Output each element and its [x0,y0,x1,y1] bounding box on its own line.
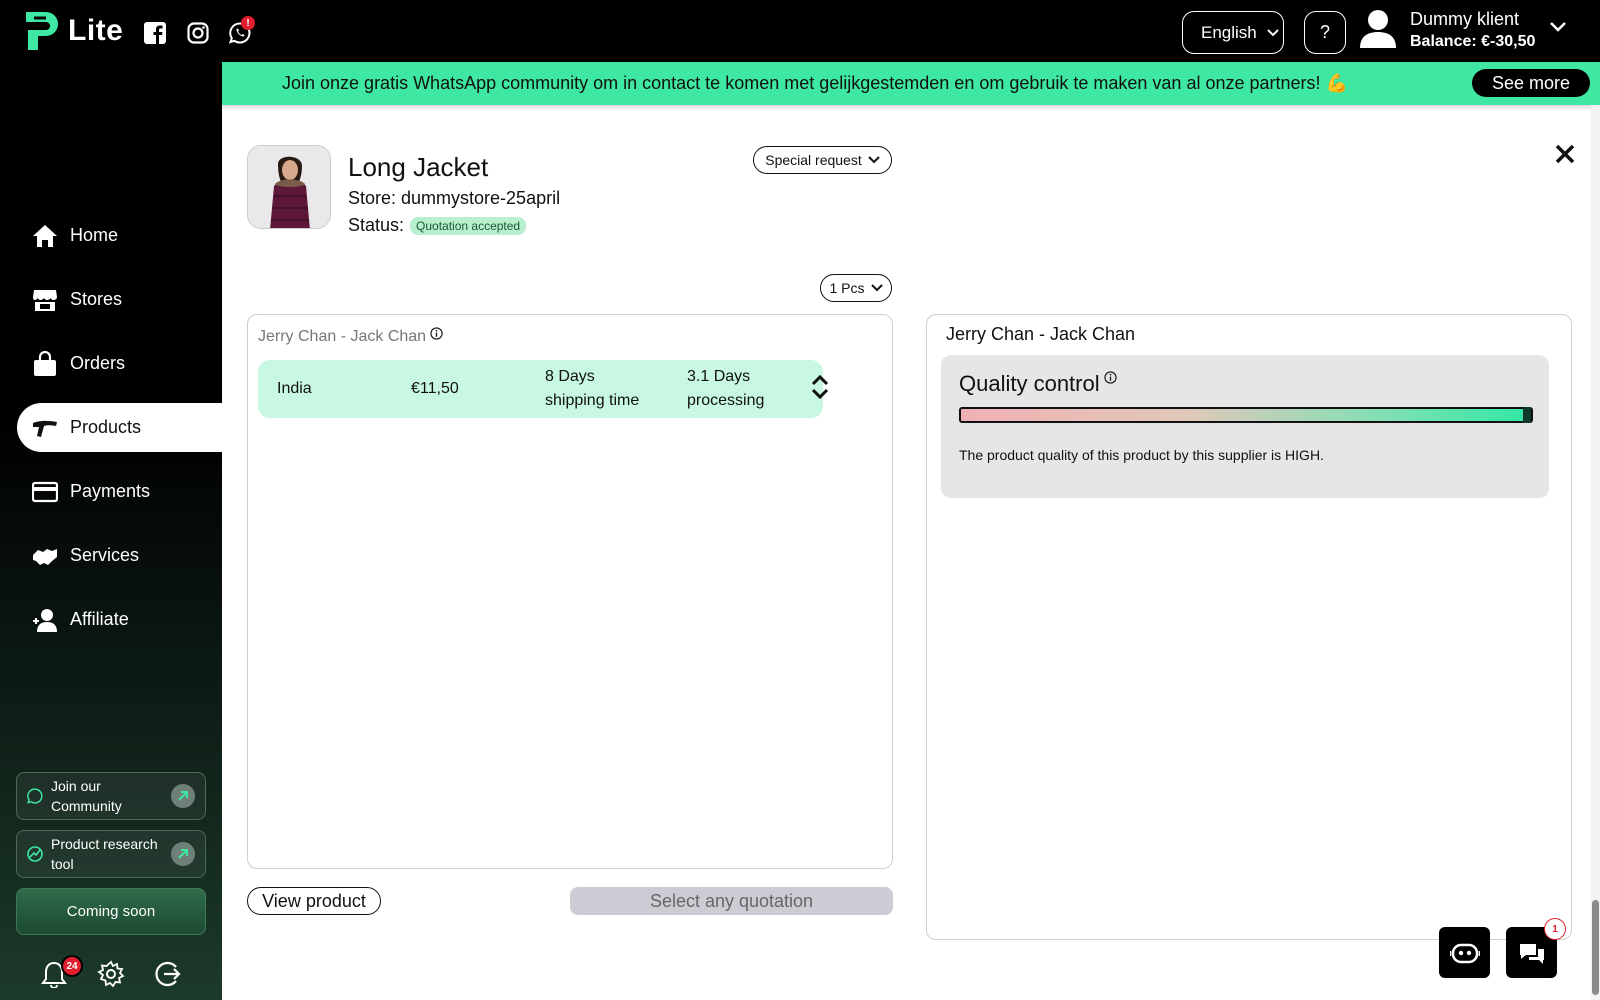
quantity-label: 1 Pcs [829,280,865,296]
product-research-label: Product research tool [51,836,158,872]
supplier-detail-panel: Jerry Chan - Jack Chan Quality control T… [926,314,1572,940]
sidebar-item-label: Home [70,225,119,245]
quotation-processing-label: processing [687,392,765,409]
gear-icon[interactable] [97,960,125,988]
whatsapp-icon [27,788,43,804]
chevron-down-icon [870,284,883,292]
sidebar-item-affiliate[interactable]: Affiliate [17,595,222,644]
logo[interactable]: Lite [22,8,123,54]
quotation-shipping-label: shipping time [545,392,640,409]
sidebar-item-services[interactable]: Services [17,531,222,580]
arrow-up-right-icon [171,784,195,808]
products-icon [33,420,57,437]
quality-control-heading: Quality control [959,371,1117,397]
logout-icon[interactable] [154,960,182,988]
bot-button[interactable] [1439,927,1490,978]
quantity-dropdown[interactable]: 1 Pcs [820,274,892,302]
notification-badge: 24 [61,955,83,977]
info-icon[interactable] [430,326,443,340]
user-avatar-icon[interactable] [1358,8,1398,50]
quality-control-box: Quality control The product quality of t… [941,355,1549,498]
product-thumbnail [247,145,331,229]
supplier-heading: Jerry Chan - Jack Chan [258,326,443,346]
status-label: Status: [348,215,405,235]
scrollbar-track[interactable] [1591,105,1600,1000]
store-icon [33,289,57,311]
language-label: English [1201,22,1257,42]
card-icon [32,481,58,502]
sidebar: Home Stores Orders Products Payments Ser… [0,62,222,1000]
sidebar-item-label: Stores [70,289,123,309]
robot-icon [1449,943,1480,963]
quality-control-title: Quality control [959,371,1100,396]
add-user-icon [33,608,57,632]
sidebar-item-label: Products [70,417,142,437]
logo-icon [26,12,58,50]
quotation-processing-days: 3.1 Days [687,368,751,385]
special-request-label: Special request [765,152,862,168]
chevron-down-icon[interactable] [1550,22,1566,32]
home-icon [33,224,57,247]
handshake-icon [33,548,57,565]
whatsapp-badge: ! [241,16,255,30]
view-product-button[interactable]: View product [247,887,381,915]
banner-text: Join onze gratis WhatsApp community om i… [282,73,1348,93]
chevron-down-icon [1267,28,1279,36]
supplier-name: Jerry Chan - Jack Chan [258,328,427,345]
quality-description: The product quality of this product by t… [959,447,1324,463]
coming-soon-button[interactable]: Coming soon [16,888,206,935]
user-name[interactable]: Dummy klient [1410,9,1519,30]
quotation-country: India [277,380,312,397]
quotation-panel: Jerry Chan - Jack Chan India €11,50 8 Da… [247,314,893,869]
join-community-label: Join our Community [51,778,122,814]
special-request-dropdown[interactable]: Special request [753,146,892,174]
arrow-up-right-icon [171,842,195,866]
quotation-shipping-days: 8 Days [545,368,595,385]
sidebar-item-label: Affiliate [70,609,129,629]
community-banner: Join onze gratis WhatsApp community om i… [222,62,1600,105]
status-badge: Quotation accepted [410,216,527,235]
sidebar-item-label: Services [70,545,140,565]
user-balance: Balance: €-30,50 [1410,33,1536,50]
sidebar-item-label: Orders [70,353,126,373]
logo-text: Lite [68,14,124,47]
product-image [248,146,330,228]
product-research-card[interactable]: Product research tool [16,830,206,878]
bag-icon [34,350,56,376]
chart-icon [27,846,43,862]
facebook-icon[interactable] [144,22,166,44]
chevron-down-icon [868,156,880,164]
close-icon[interactable] [1553,142,1577,166]
quotation-price: €11,50 [411,380,459,397]
join-community-card[interactable]: Join our Community [16,772,206,820]
info-icon[interactable] [1103,371,1117,384]
sidebar-item-stores[interactable]: Stores [17,275,222,324]
sidebar-item-payments[interactable]: Payments [17,467,222,516]
help-button[interactable]: ? [1304,11,1346,54]
top-bar: Lite ! English ? Dummy klient Balance: €… [0,0,1600,62]
select-quotation-button[interactable]: Select any quotation [570,887,893,915]
see-more-button[interactable]: See more [1472,69,1590,97]
product-status: Status: Quotation accepted [348,215,527,236]
sidebar-item-orders[interactable]: Orders [17,339,222,388]
quality-meter-marker [1523,407,1531,423]
scrollbar-thumb[interactable] [1592,900,1599,995]
chat-badge: 1 [1544,918,1566,940]
instagram-icon[interactable] [187,22,209,44]
divider [222,105,1600,111]
sidebar-item-products[interactable]: Products [17,403,222,452]
sort-icon[interactable] [810,373,830,401]
quotation-row[interactable]: India €11,50 8 Days shipping time 3.1 Da… [258,360,823,418]
sidebar-item-home[interactable]: Home [17,211,222,260]
supplier-detail-title: Jerry Chan - Jack Chan [946,324,1136,344]
language-select[interactable]: English [1182,11,1284,54]
chat-icon [1519,943,1544,964]
product-store: Store: dummystore-25april [348,188,561,208]
quality-meter [959,407,1533,423]
product-title: Long Jacket [348,152,489,182]
sidebar-item-label: Payments [70,481,151,501]
